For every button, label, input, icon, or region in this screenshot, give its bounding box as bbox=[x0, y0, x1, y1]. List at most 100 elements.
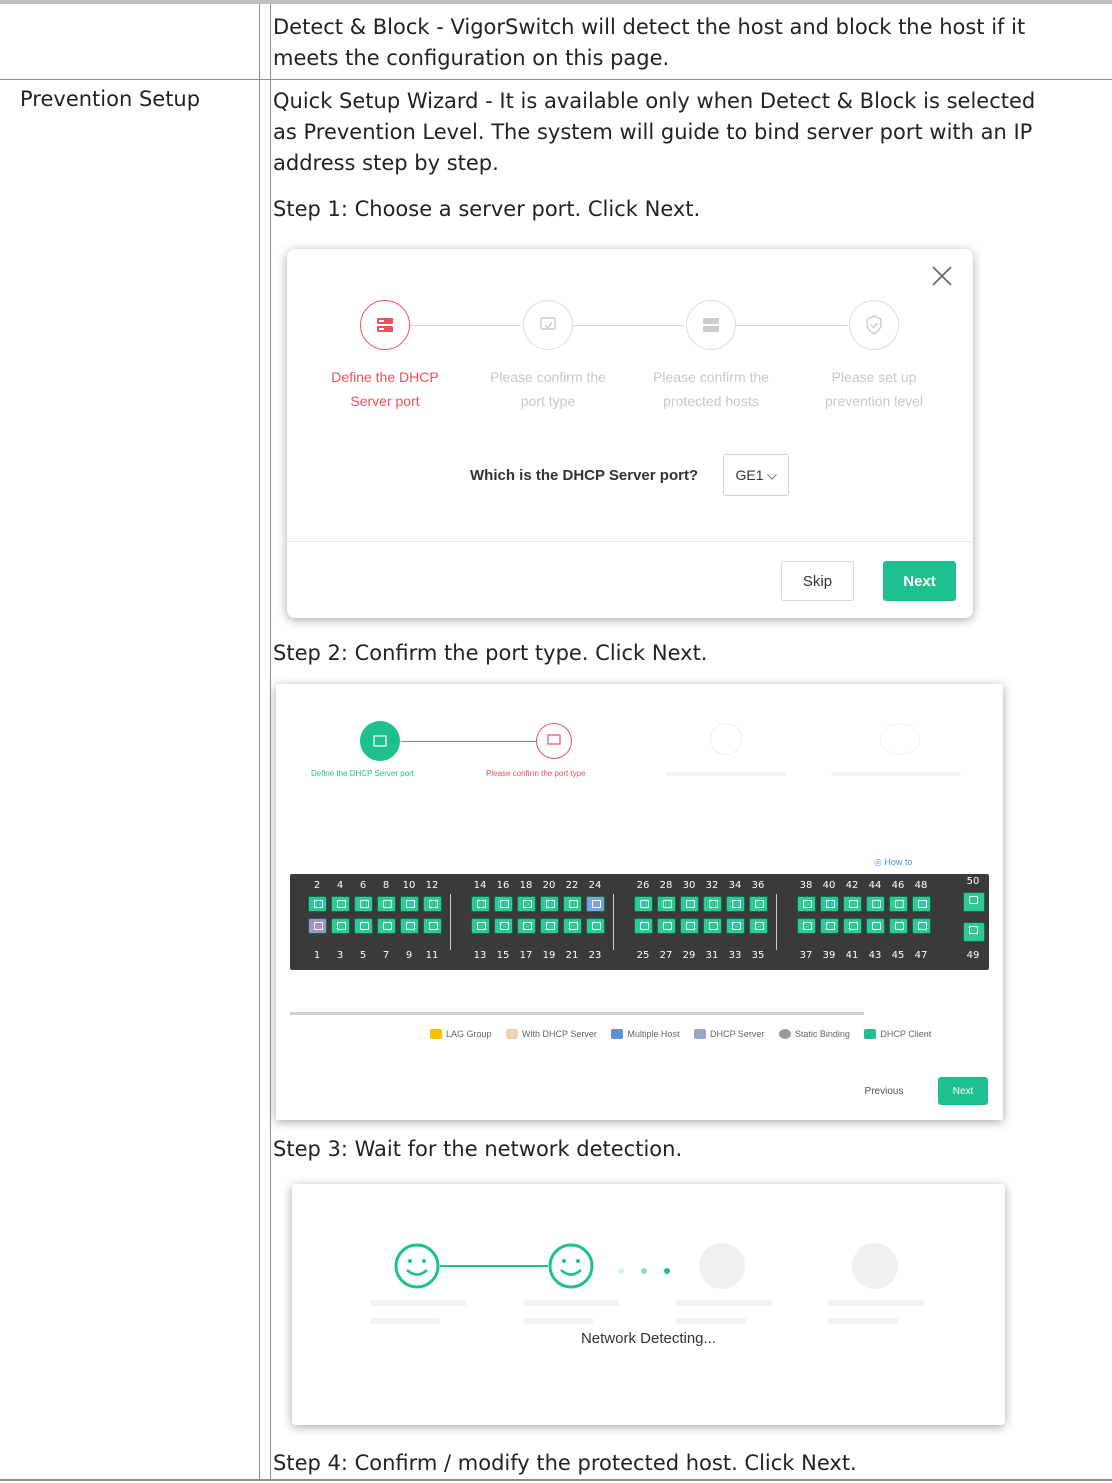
intro-line2: as Prevention Level. The system will gui… bbox=[273, 120, 1033, 144]
dhcp-port-select[interactable]: GE1 bbox=[723, 454, 789, 496]
next-button[interactable]: Next bbox=[938, 1077, 988, 1105]
switch-port[interactable] bbox=[400, 896, 419, 912]
port-number-label: 35 bbox=[751, 950, 765, 961]
port-number-label: 19 bbox=[542, 950, 556, 961]
switch-port[interactable] bbox=[866, 918, 885, 934]
hosts-step-icon bbox=[710, 723, 742, 755]
hosts-step-icon bbox=[686, 300, 736, 350]
switch-port[interactable] bbox=[703, 896, 722, 912]
wizard-dialog-step1: Define the DHCP Server port Please confir… bbox=[287, 249, 973, 618]
smiley-icon bbox=[548, 1243, 594, 1289]
table-top-border bbox=[0, 0, 1112, 4]
shield-icon bbox=[849, 300, 899, 350]
placeholder-label bbox=[523, 1300, 619, 1306]
switch-port[interactable] bbox=[843, 918, 862, 934]
column-divider bbox=[259, 4, 260, 80]
switch-port[interactable] bbox=[471, 896, 490, 912]
quick-setup-description: Quick Setup Wizard - It is available onl… bbox=[273, 86, 1103, 179]
switch-port[interactable] bbox=[912, 918, 931, 934]
port-number-label: 27 bbox=[659, 950, 673, 961]
switch-port[interactable] bbox=[726, 896, 745, 912]
column-divider bbox=[270, 80, 271, 1479]
switch-port[interactable] bbox=[820, 896, 839, 912]
port-group-divider bbox=[613, 894, 614, 950]
switch-port[interactable] bbox=[331, 896, 350, 912]
switch-port[interactable] bbox=[354, 896, 373, 912]
switch-port[interactable] bbox=[377, 918, 396, 934]
switch-port[interactable] bbox=[308, 896, 327, 912]
step-connector bbox=[410, 325, 521, 326]
switch-port[interactable] bbox=[540, 918, 559, 934]
switch-port[interactable] bbox=[797, 918, 816, 934]
column-divider bbox=[270, 4, 271, 80]
switch-port[interactable] bbox=[354, 918, 373, 934]
switch-port[interactable] bbox=[657, 896, 676, 912]
switch-port[interactable] bbox=[657, 918, 676, 934]
port-number-label: 46 bbox=[891, 880, 905, 891]
switch-port[interactable] bbox=[797, 896, 816, 912]
port-number-label: 48 bbox=[914, 880, 928, 891]
close-icon[interactable] bbox=[931, 265, 953, 287]
legend-lag-group: LAG Group bbox=[430, 1029, 492, 1039]
port-number-label: 25 bbox=[636, 950, 650, 961]
switch-port[interactable] bbox=[680, 896, 699, 912]
switch-port[interactable] bbox=[377, 896, 396, 912]
switch-port[interactable] bbox=[540, 896, 559, 912]
intro-line3: address step by step. bbox=[273, 151, 499, 175]
switch-port[interactable] bbox=[471, 918, 490, 934]
switch-port[interactable] bbox=[634, 918, 653, 934]
switch-port[interactable] bbox=[517, 896, 536, 912]
switch-port[interactable] bbox=[749, 918, 768, 934]
switch-port[interactable] bbox=[494, 918, 513, 934]
switch-port[interactable] bbox=[889, 918, 908, 934]
step4-text: Step 4: Confirm / modify the protected h… bbox=[273, 1451, 857, 1475]
port-legend: LAG Group With DHCP Server Multiple Host… bbox=[430, 1029, 943, 1041]
sfp-port[interactable] bbox=[963, 922, 985, 942]
port-number-label: 13 bbox=[473, 950, 487, 961]
port-number-label: 38 bbox=[799, 880, 813, 891]
progress-connector bbox=[440, 1265, 548, 1267]
switch-port[interactable] bbox=[563, 896, 582, 912]
legend-dhcp-server: DHCP Server bbox=[693, 1029, 764, 1039]
switch-port[interactable] bbox=[634, 896, 653, 912]
step-connector bbox=[736, 325, 847, 326]
switch-port[interactable] bbox=[586, 918, 605, 934]
switch-port[interactable] bbox=[423, 918, 442, 934]
switch-port[interactable] bbox=[820, 918, 839, 934]
switch-port[interactable] bbox=[494, 896, 513, 912]
switch-port[interactable] bbox=[517, 918, 536, 934]
horizontal-scrollbar[interactable] bbox=[290, 1012, 864, 1015]
switch-port[interactable] bbox=[331, 918, 350, 934]
placeholder-label bbox=[370, 1300, 466, 1306]
port-number-label: 41 bbox=[845, 950, 859, 961]
step-label-protected-hosts: Please confirm the protected hosts bbox=[653, 369, 769, 409]
switch-port[interactable] bbox=[400, 918, 419, 934]
switch-port[interactable] bbox=[308, 918, 327, 934]
switch-port[interactable] bbox=[586, 896, 605, 912]
switch-port[interactable] bbox=[703, 918, 722, 934]
switch-port[interactable] bbox=[843, 896, 862, 912]
port-number-label: 2 bbox=[313, 880, 321, 891]
switch-port[interactable] bbox=[889, 896, 908, 912]
switch-port[interactable] bbox=[912, 896, 931, 912]
switch-port[interactable] bbox=[423, 896, 442, 912]
server-step-icon bbox=[360, 721, 400, 761]
intro-line1: Quick Setup Wizard - It is available onl… bbox=[273, 89, 1036, 113]
chevron-down-icon bbox=[766, 467, 777, 483]
skip-button[interactable]: Skip bbox=[781, 561, 854, 601]
switch-port[interactable] bbox=[866, 896, 885, 912]
switch-port[interactable] bbox=[563, 918, 582, 934]
placeholder-label bbox=[828, 1300, 924, 1306]
switch-port[interactable] bbox=[726, 918, 745, 934]
footer-divider bbox=[287, 541, 973, 542]
switch-port[interactable] bbox=[680, 918, 699, 934]
how-to-link[interactable]: ◎ How to bbox=[874, 857, 912, 868]
row-divider bbox=[0, 79, 1112, 80]
row1-line2: meets the configuration on this page. bbox=[273, 46, 670, 70]
switch-port[interactable] bbox=[749, 896, 768, 912]
next-button[interactable]: Next bbox=[883, 561, 956, 601]
port-number-label: 42 bbox=[845, 880, 859, 891]
previous-button[interactable]: Previous bbox=[850, 1077, 918, 1105]
sfp-port[interactable] bbox=[963, 892, 985, 912]
port-number-label: 5 bbox=[359, 950, 367, 961]
